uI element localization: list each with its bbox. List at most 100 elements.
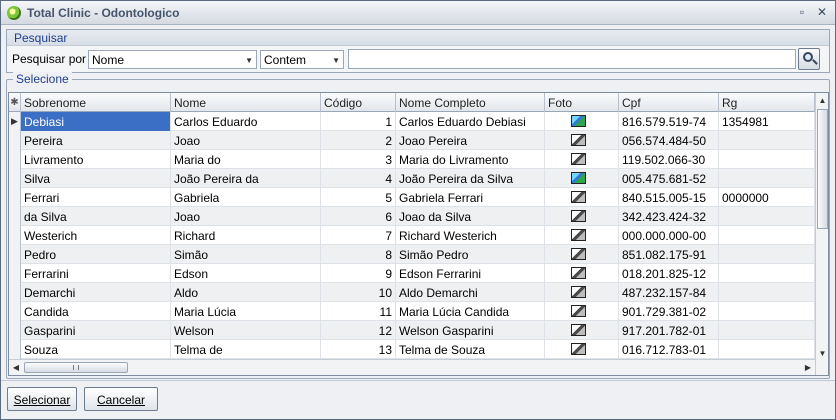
- cell-sobrenome[interactable]: Livramento: [21, 150, 171, 169]
- table-row[interactable]: Westerich Richard 7 Richard Westerich 000.00…: [9, 226, 815, 245]
- cancel-button[interactable]: Cancelar: [84, 387, 158, 411]
- row-indicator[interactable]: [9, 340, 21, 359]
- close-button[interactable]: ✕: [815, 5, 829, 19]
- cell-rg[interactable]: 1354981: [719, 112, 815, 131]
- cell-foto[interactable]: [545, 283, 619, 302]
- cell-codigo[interactable]: 9: [321, 264, 396, 283]
- cell-sobrenome[interactable]: Silva: [21, 169, 171, 188]
- cell-nome-completo[interactable]: Edson Ferrarini: [396, 264, 545, 283]
- cell-codigo[interactable]: 13: [321, 340, 396, 359]
- cell-cpf[interactable]: 016.712.783-01: [619, 340, 719, 359]
- vertical-scroll-thumb[interactable]: [817, 109, 828, 229]
- cell-rg[interactable]: [719, 150, 815, 169]
- col-foto-header[interactable]: Foto: [545, 93, 619, 112]
- cell-sobrenome[interactable]: Ferrarini: [21, 264, 171, 283]
- cell-foto[interactable]: [545, 340, 619, 359]
- cell-codigo[interactable]: 4: [321, 169, 396, 188]
- cell-sobrenome[interactable]: Pereira: [21, 131, 171, 150]
- cell-rg[interactable]: [719, 131, 815, 150]
- col-sobrenome-header[interactable]: Sobrenome: [21, 93, 171, 112]
- cell-codigo[interactable]: 2: [321, 131, 396, 150]
- table-row[interactable]: Silva João Pereira da 4 João Pereira da Sil…: [9, 169, 815, 188]
- cell-foto[interactable]: [545, 188, 619, 207]
- cell-codigo[interactable]: 6: [321, 207, 396, 226]
- scroll-left-icon[interactable]: ◀: [9, 360, 23, 375]
- row-indicator[interactable]: [9, 207, 21, 226]
- cell-nome[interactable]: Edson: [171, 264, 321, 283]
- horizontal-scroll-thumb[interactable]: [24, 362, 128, 373]
- row-indicator[interactable]: [9, 169, 21, 188]
- row-indicator[interactable]: [9, 321, 21, 340]
- table-row[interactable]: Demarchi Aldo 10 Aldo Demarchi 487.232.157-8…: [9, 283, 815, 302]
- cell-nome[interactable]: Maria Lúcia: [171, 302, 321, 321]
- cell-sobrenome[interactable]: Pedro: [21, 245, 171, 264]
- cell-nome[interactable]: Telma de: [171, 340, 321, 359]
- cell-rg[interactable]: [719, 283, 815, 302]
- cell-rg[interactable]: [719, 302, 815, 321]
- row-indicator[interactable]: [9, 245, 21, 264]
- cell-codigo[interactable]: 3: [321, 150, 396, 169]
- cell-foto[interactable]: [545, 302, 619, 321]
- col-codigo-header[interactable]: Código: [321, 93, 396, 112]
- cell-rg[interactable]: [719, 245, 815, 264]
- cell-codigo[interactable]: 1: [321, 112, 396, 131]
- cell-foto[interactable]: [545, 131, 619, 150]
- vertical-scrollbar[interactable]: ▲ ▼: [815, 93, 828, 375]
- cell-rg[interactable]: 0000000: [719, 188, 815, 207]
- select-button[interactable]: Selecionar: [7, 387, 77, 411]
- row-indicator[interactable]: [9, 283, 21, 302]
- scroll-down-icon[interactable]: ▼: [816, 347, 828, 361]
- cell-cpf[interactable]: 000.000.000-00: [619, 226, 719, 245]
- table-row[interactable]: Ferrari Gabriela 5 Gabriela Ferrari 840.515.…: [9, 188, 815, 207]
- cell-rg[interactable]: [719, 226, 815, 245]
- cell-nome[interactable]: Aldo: [171, 283, 321, 302]
- cell-foto[interactable]: [545, 169, 619, 188]
- cell-codigo[interactable]: 12: [321, 321, 396, 340]
- cell-cpf[interactable]: 901.729.381-02: [619, 302, 719, 321]
- cell-nome-completo[interactable]: Richard Westerich: [396, 226, 545, 245]
- cell-nome-completo[interactable]: Maria Lúcia Candida: [396, 302, 545, 321]
- cell-rg[interactable]: [719, 321, 815, 340]
- cell-nome[interactable]: Maria do: [171, 150, 321, 169]
- table-row[interactable]: Pereira Joao 2 Joao Pereira 056.574.484-50: [9, 131, 815, 150]
- table-row[interactable]: Livramento Maria do 3 Maria do Livramento 11…: [9, 150, 815, 169]
- cell-foto[interactable]: [545, 150, 619, 169]
- col-cpf-header[interactable]: Cpf: [619, 93, 719, 112]
- title-bar[interactable]: Total Clinic - Odontologico ▫ ✕: [1, 1, 835, 25]
- cell-cpf[interactable]: 119.502.066-30: [619, 150, 719, 169]
- row-indicator[interactable]: [9, 188, 21, 207]
- search-operator-dropdown[interactable]: Contem ▼: [260, 50, 344, 69]
- search-input[interactable]: [348, 49, 796, 69]
- cell-nome-completo[interactable]: Joao Pereira: [396, 131, 545, 150]
- restore-button[interactable]: ▫: [795, 5, 809, 19]
- cell-codigo[interactable]: 11: [321, 302, 396, 321]
- search-field-dropdown[interactable]: Nome ▼: [88, 50, 257, 69]
- row-indicator[interactable]: [9, 150, 21, 169]
- cell-nome[interactable]: Gabriela: [171, 188, 321, 207]
- col-nome-header[interactable]: Nome: [171, 93, 321, 112]
- cell-nome-completo[interactable]: João Pereira da Silva: [396, 169, 545, 188]
- cell-rg[interactable]: [719, 264, 815, 283]
- cell-codigo[interactable]: 5: [321, 188, 396, 207]
- cell-sobrenome[interactable]: da Silva: [21, 207, 171, 226]
- table-row[interactable]: Ferrarini Edson 9 Edson Ferrarini 018.201.82…: [9, 264, 815, 283]
- cell-nome[interactable]: Joao: [171, 131, 321, 150]
- cell-nome-completo[interactable]: Carlos Eduardo Debiasi: [396, 112, 545, 131]
- cell-sobrenome[interactable]: Ferrari: [21, 188, 171, 207]
- col-rg-header[interactable]: Rg: [719, 93, 815, 112]
- table-row[interactable]: Candida Maria Lúcia 11 Maria Lúcia Candida 9…: [9, 302, 815, 321]
- table-row[interactable]: da Silva Joao 6 Joao da Silva 342.423.424-32: [9, 207, 815, 226]
- cell-cpf[interactable]: 018.201.825-12: [619, 264, 719, 283]
- table-row[interactable]: Pedro Simão 8 Simão Pedro 851.082.175-91: [9, 245, 815, 264]
- cell-cpf[interactable]: 917.201.782-01: [619, 321, 719, 340]
- cell-cpf[interactable]: 816.579.519-74: [619, 112, 719, 131]
- cell-cpf[interactable]: 342.423.424-32: [619, 207, 719, 226]
- table-row[interactable]: Souza Telma de 13 Telma de Souza 016.712.783…: [9, 340, 815, 359]
- cell-foto[interactable]: [545, 245, 619, 264]
- cell-nome[interactable]: João Pereira da: [171, 169, 321, 188]
- cell-codigo[interactable]: 7: [321, 226, 396, 245]
- col-nome-completo-header[interactable]: Nome Completo: [396, 93, 545, 112]
- cell-sobrenome[interactable]: Westerich: [21, 226, 171, 245]
- row-indicator[interactable]: [9, 226, 21, 245]
- cell-nome[interactable]: Welson: [171, 321, 321, 340]
